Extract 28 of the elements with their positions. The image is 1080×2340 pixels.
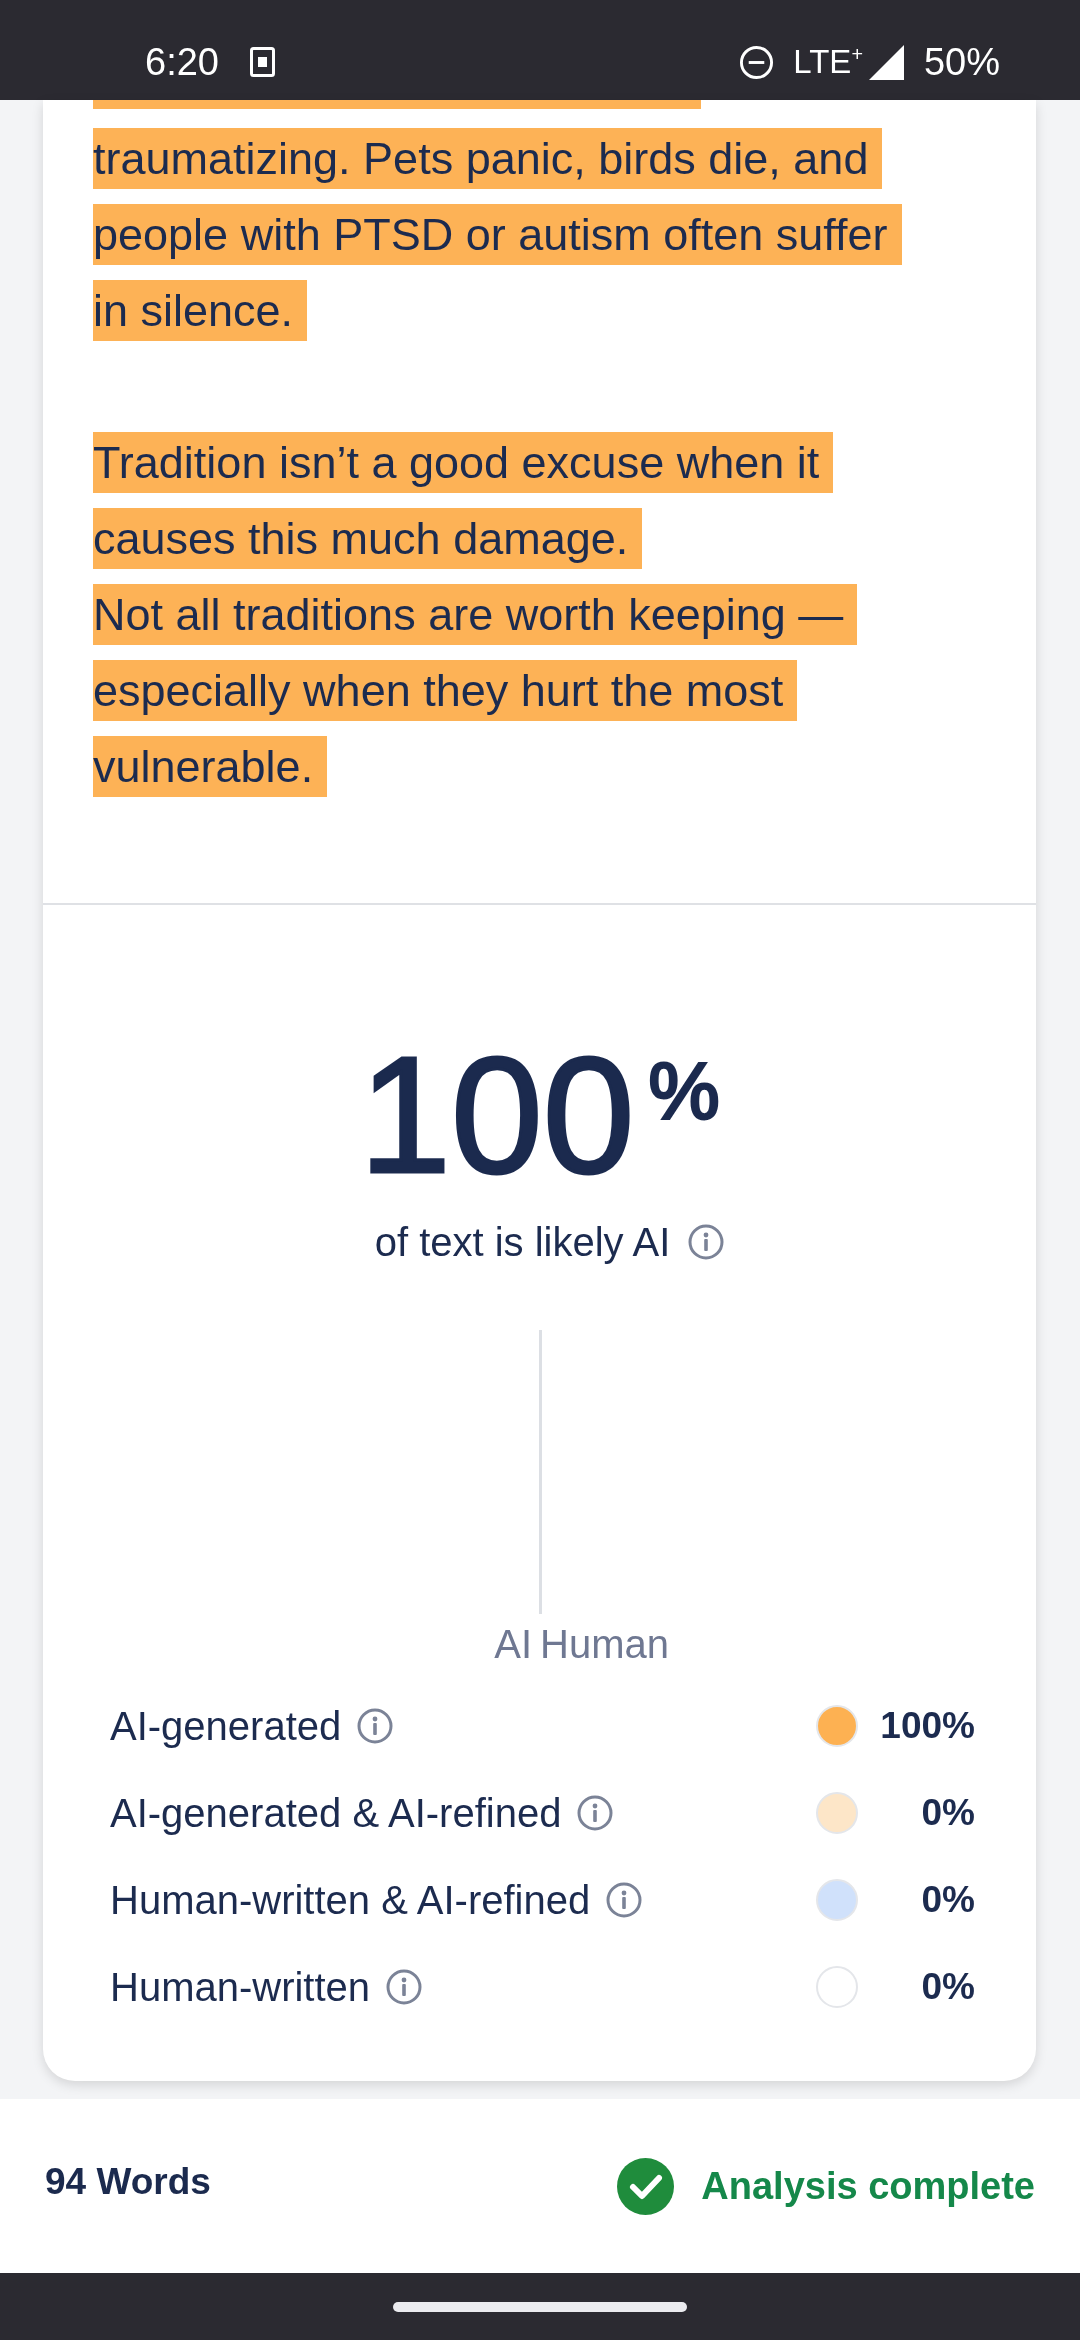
analysis-status: Analysis complete (701, 2164, 1035, 2209)
info-icon[interactable] (577, 1794, 614, 1831)
battery-level: 50% (923, 40, 1000, 84)
legend-label: Human-written (110, 1963, 371, 2011)
highlighted-paragraph: Tradition isn’t a good excuse when it causes this much damage. Not all traditions are worth keeping — especially when they hurt the most vulnerable. (93, 425, 858, 805)
check-circle-icon (617, 2157, 675, 2215)
info-icon[interactable] (386, 1968, 423, 2005)
chart-label: AI (494, 1621, 532, 1668)
chart-label: Human (540, 1621, 669, 1668)
legend-label: Human-written & AI-refined (110, 1876, 591, 1924)
word-count: 94 Words (45, 2160, 211, 2204)
legend-label: AI-generated (110, 1702, 342, 1750)
legend-percentage: 0% (920, 1964, 975, 2009)
legend-label: AI-generated & AI-refined (110, 1789, 562, 1837)
status-time: 6:20 (145, 40, 219, 84)
signal-icon (868, 44, 904, 80)
highlighted-paragraph: traumatizing. Pets panic, birds die, and people with PTSD or autism often suffer in silence. (93, 121, 902, 349)
do-not-disturb-icon (739, 44, 775, 80)
legend-percentage: 100% (879, 1703, 975, 1748)
info-icon[interactable] (606, 1881, 643, 1918)
app-notification-icon (249, 47, 275, 77)
legend-percentage: 0% (920, 1877, 975, 1922)
ai-percentage: 100$^{%}$ (359, 1033, 720, 1198)
ai-likelihood-caption: of text is likely AI (374, 1219, 671, 1266)
info-icon[interactable] (688, 1224, 725, 1260)
legend-percentage: 0% (920, 1790, 975, 1835)
network-type: LTE$^{+}$ (793, 42, 863, 82)
info-icon[interactable] (357, 1707, 394, 1744)
